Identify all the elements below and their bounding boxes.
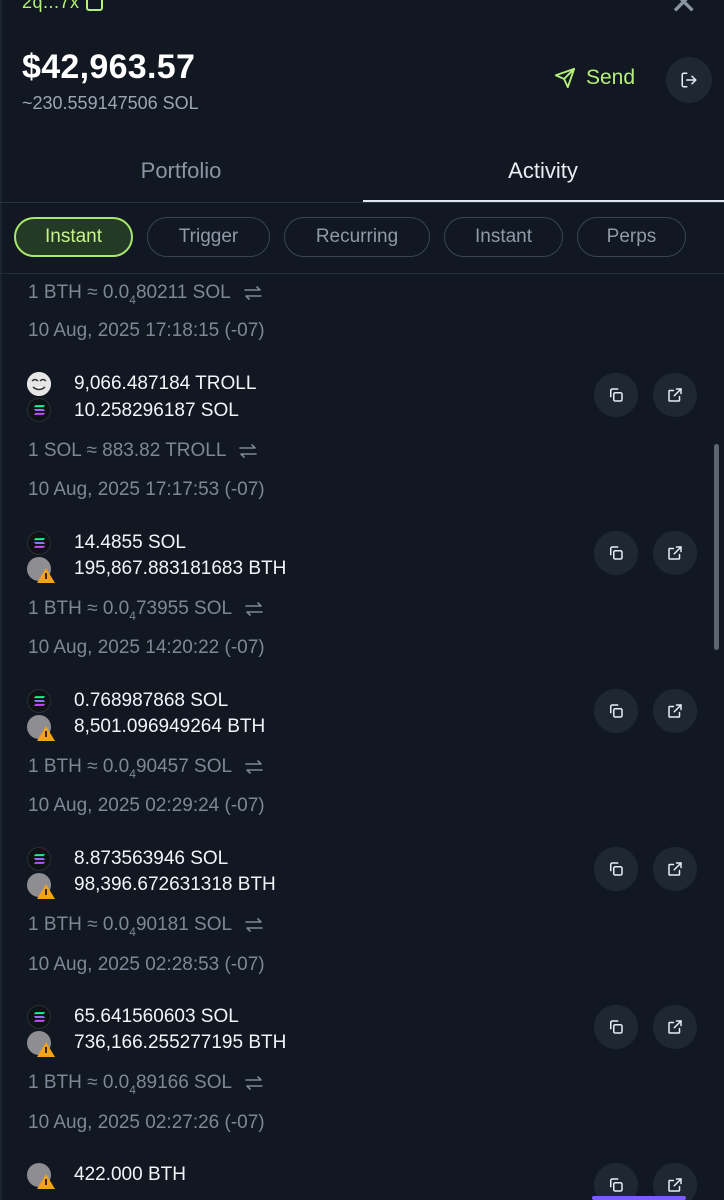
external-link-icon xyxy=(668,862,682,876)
amount-primary: 14.4855 SOL xyxy=(74,532,186,553)
rate-text: 1 BTH ≈ 0.0490181 SOL xyxy=(28,914,233,939)
external-link-icon xyxy=(668,388,682,402)
external-link-icon xyxy=(668,1020,682,1034)
amount-primary: 65.641560603 SOL xyxy=(74,1006,239,1027)
logout-icon xyxy=(681,72,697,88)
filter-bar: Instant Trigger Recurring Instant Perps xyxy=(0,202,724,274)
copy-icon[interactable] xyxy=(85,0,103,11)
external-link-icon xyxy=(668,1178,682,1192)
timestamp: 10 Aug, 2025 02:27:26 (-07) xyxy=(28,1112,265,1133)
open-explorer-button[interactable] xyxy=(653,847,697,891)
bth-token-icon xyxy=(27,557,55,583)
copy-icon xyxy=(610,704,623,718)
timestamp: 10 Aug, 2025 17:18:15 (-07) xyxy=(28,320,265,341)
timestamp: 10 Aug, 2025 14:20:22 (-07) xyxy=(28,637,265,658)
logout-button[interactable] xyxy=(666,57,712,103)
swap-rate-icon[interactable] xyxy=(244,1076,264,1090)
sol-token-icon xyxy=(27,847,51,871)
swap-rate-icon[interactable] xyxy=(243,286,263,300)
rate-line: 1 BTH ≈ 0.0480211 SOL xyxy=(28,282,263,307)
top-bar: 2q...7x ✕ xyxy=(0,0,724,20)
open-explorer-button[interactable] xyxy=(653,1163,697,1200)
tab-activity[interactable]: Activity xyxy=(362,140,724,202)
copy-tx-button[interactable] xyxy=(594,689,638,733)
timestamp: 10 Aug, 2025 02:28:53 (-07) xyxy=(28,954,265,975)
sol-token-icon xyxy=(27,1005,51,1029)
amount-secondary: 736,166.255277195 BTH xyxy=(74,1032,287,1053)
amount-primary: 0.768987868 SOL xyxy=(74,690,229,711)
rate-text: 1 BTH ≈ 0.0473955 SOL xyxy=(28,598,233,623)
rate-line: 1 BTH ≈ 0.0490457 SOL xyxy=(28,756,264,781)
timestamp: 10 Aug, 2025 02:29:24 (-07) xyxy=(28,795,265,816)
balance-sol: ~230.559147506 SOL xyxy=(22,93,199,113)
warning-icon xyxy=(37,1042,55,1057)
external-link-icon xyxy=(668,704,682,718)
main-tabs: Portfolio Activity xyxy=(0,140,724,203)
wallet-address-label: 2q...7x xyxy=(22,0,80,12)
amount-primary: 9,066.487184 TROLL xyxy=(74,373,257,394)
wallet-address[interactable]: 2q...7x xyxy=(22,0,103,13)
rate-text: 1 BTH ≈ 0.0489166 SOL xyxy=(28,1072,233,1097)
amount-secondary: 98,396.672631318 BTH xyxy=(74,874,276,895)
copy-icon xyxy=(610,1020,623,1034)
external-link-icon xyxy=(668,546,682,560)
open-explorer-button[interactable] xyxy=(653,531,697,575)
tab-portfolio[interactable]: Portfolio xyxy=(0,140,362,202)
sol-token-icon xyxy=(27,531,51,555)
warning-icon xyxy=(37,726,55,741)
bth-token-icon xyxy=(27,873,55,899)
amount-secondary: 8,501.096949264 BTH xyxy=(74,716,266,737)
copy-icon xyxy=(610,862,623,876)
copy-icon xyxy=(610,388,623,402)
warning-icon xyxy=(37,884,55,899)
activity-list: 1 BTH ≈ 0.0480211 SOL 10 Aug, 2025 17:18… xyxy=(0,274,724,1200)
rate-text: 1 BTH ≈ 0.0490457 SOL xyxy=(28,756,233,781)
warning-icon xyxy=(37,568,55,583)
copy-tx-button[interactable] xyxy=(594,1163,638,1200)
copy-tx-button[interactable] xyxy=(594,531,638,575)
bth-token-icon xyxy=(27,715,55,741)
send-label: Send xyxy=(586,66,636,89)
swap-rate-icon[interactable] xyxy=(238,444,258,458)
rate-line: 1 BTH ≈ 0.0490181 SOL xyxy=(28,914,264,939)
swap-rate-icon[interactable] xyxy=(244,602,264,616)
rate-line: 1 SOL ≈ 883.82 TROLL xyxy=(28,440,258,462)
sol-token-icon xyxy=(27,689,51,713)
amount-secondary: 10.258296187 SOL xyxy=(74,400,239,421)
timestamp: 10 Aug, 2025 17:17:53 (-07) xyxy=(28,479,265,500)
swap-rate-icon[interactable] xyxy=(244,760,264,774)
filter-chip-instant-2[interactable]: Instant xyxy=(444,217,563,257)
rate-line: 1 BTH ≈ 0.0473955 SOL xyxy=(28,598,264,623)
close-icon[interactable]: ✕ xyxy=(670,0,699,20)
filter-chip-trigger[interactable]: Trigger xyxy=(147,217,270,257)
filter-chip-recurring[interactable]: Recurring xyxy=(284,217,430,257)
warning-icon xyxy=(37,1174,55,1189)
open-explorer-button[interactable] xyxy=(653,689,697,733)
sol-token-icon xyxy=(27,398,51,422)
amount-primary: 422.000 BTH xyxy=(74,1164,186,1185)
balance-usd: $42,963.57 xyxy=(22,48,196,86)
bottom-indicator xyxy=(592,1196,686,1200)
bth-token-icon xyxy=(27,1031,55,1057)
rate-line: 1 BTH ≈ 0.0489166 SOL xyxy=(28,1072,264,1097)
filter-chip-perps[interactable]: Perps xyxy=(577,217,686,257)
troll-token-icon xyxy=(27,372,51,396)
bth-token-icon xyxy=(27,1163,55,1189)
open-explorer-button[interactable] xyxy=(653,1005,697,1049)
swap-rate-icon[interactable] xyxy=(244,918,264,932)
open-explorer-button[interactable] xyxy=(653,373,697,417)
rate-text: 1 SOL ≈ 883.82 TROLL xyxy=(28,440,227,461)
scrollbar[interactable] xyxy=(714,444,719,650)
copy-icon xyxy=(610,546,623,560)
rate-text: 1 BTH ≈ 0.0480211 SOL xyxy=(28,282,231,307)
copy-tx-button[interactable] xyxy=(594,1005,638,1049)
filter-chip-instant[interactable]: Instant xyxy=(14,217,133,257)
amount-primary: 8.873563946 SOL xyxy=(74,848,229,869)
copy-tx-button[interactable] xyxy=(594,373,638,417)
copy-tx-button[interactable] xyxy=(594,847,638,891)
amount-secondary: 195,867.883181683 BTH xyxy=(74,558,287,579)
send-button[interactable]: Send xyxy=(554,66,635,90)
copy-icon xyxy=(610,1178,623,1192)
send-icon xyxy=(554,67,576,89)
